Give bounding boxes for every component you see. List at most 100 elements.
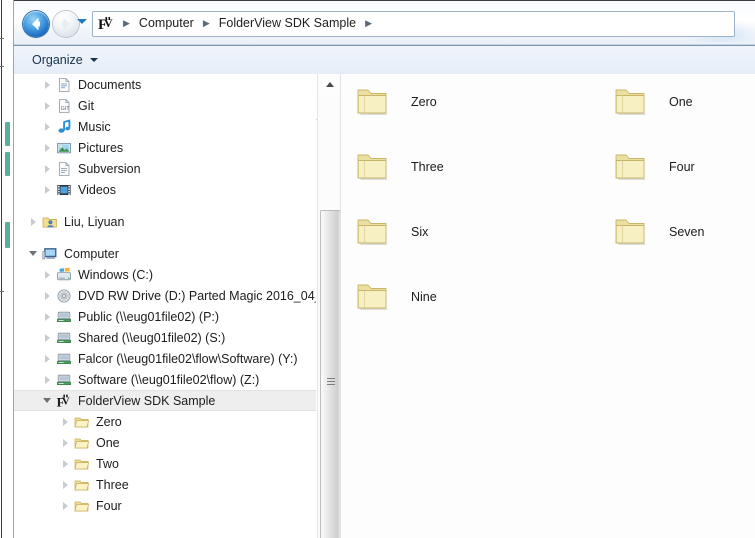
tree-group-spacer [14, 200, 316, 211]
navigation-pane[interactable]: Documents GIT Git Music Pictures Subversion Vi… [14, 74, 316, 538]
folderview-fv-icon: FV [56, 393, 72, 409]
folder-item-four[interactable]: Four [613, 151, 695, 183]
network-drive-icon [56, 351, 72, 367]
folder-icon [74, 456, 90, 472]
tree-item-folderview-sdk-sample[interactable]: F V FolderView SDK Sample [14, 390, 316, 411]
pictures-icon [56, 140, 72, 156]
folder-item-six[interactable]: Six [355, 216, 428, 248]
tree-item-videos[interactable]: Videos [14, 179, 316, 200]
address-bar[interactable]: F V ▶ Computer ▶ FolderView SDK Sample ▶ [92, 11, 735, 37]
recent-locations-dropdown[interactable] [77, 19, 87, 24]
folder-tree: Documents GIT Git Music Pictures Subversion Vi… [14, 74, 316, 516]
tree-item-label: Falcor (\\eug01file02\flow\Software) (Y:… [78, 351, 298, 366]
forward-button[interactable] [53, 11, 79, 37]
content-pane[interactable]: Zero One Three Four Six Seven Nine [341, 74, 755, 538]
folder-item-seven[interactable]: Seven [613, 216, 704, 248]
expand-triangle-icon[interactable] [26, 211, 42, 232]
navigation-pane-scrollbar[interactable] [317, 74, 341, 538]
tree-item-computer[interactable]: Computer [14, 243, 316, 264]
folder-item-zero[interactable]: Zero [355, 86, 437, 118]
tree-item-zero[interactable]: Zero [14, 411, 316, 432]
svg-text:V: V [62, 396, 70, 407]
background-window[interactable] [0, 0, 14, 538]
expand-triangle-icon[interactable] [58, 411, 74, 432]
expand-triangle-icon[interactable] [40, 285, 56, 306]
tree-item-two[interactable]: Two [14, 453, 316, 474]
expand-triangle-icon[interactable] [58, 474, 74, 495]
folder-item-label: One [669, 95, 693, 109]
folder-icon [74, 414, 90, 430]
scrollbar-track[interactable] [318, 94, 341, 538]
breadcrumb-item-computer[interactable]: Computer [137, 16, 196, 30]
tree-item-shared-eug01file02-s[interactable]: Shared (\\eug01file02) (S:) [14, 327, 316, 348]
tree-item-documents[interactable]: Documents [14, 74, 316, 95]
tree-item-dvd-rw-drive-d-parted-magic-2016-04-26[interactable]: DVD RW Drive (D:) Parted Magic 2016_04_2… [14, 285, 316, 306]
tree-item-label: DVD RW Drive (D:) Parted Magic 2016_04_2… [78, 288, 316, 303]
tree-item-one[interactable]: One [14, 432, 316, 453]
expand-triangle-icon[interactable] [40, 158, 56, 179]
tree-item-label: Git [78, 98, 94, 113]
tree-item-label: Music [78, 119, 111, 134]
tree-item-four[interactable]: Four [14, 495, 316, 516]
network-drive-icon [56, 330, 72, 346]
expand-triangle-icon[interactable] [40, 137, 56, 158]
tree-item-label: Pictures [78, 140, 124, 155]
tree-item-three[interactable]: Three [14, 474, 316, 495]
expand-triangle-icon[interactable] [58, 453, 74, 474]
tree-item-public-eug01file02-p[interactable]: Public (\\eug01file02) (P:) [14, 306, 316, 327]
tree-item-software-eug01file02-flow-z[interactable]: Software (\\eug01file02\flow) (Z:) [14, 369, 316, 390]
folder-icon [74, 435, 90, 451]
windows-drive-icon [56, 267, 72, 283]
expand-triangle-icon[interactable] [40, 348, 56, 369]
forward-arrow-icon [62, 17, 70, 31]
tree-item-subversion[interactable]: Subversion [14, 158, 316, 179]
collapse-triangle-icon[interactable] [26, 243, 42, 264]
tree-item-label: Software (\\eug01file02\flow) (Z:) [78, 372, 260, 387]
expand-triangle-icon[interactable] [40, 95, 56, 116]
address-bar-chrome: F V ▶ Computer ▶ FolderView SDK Sample ▶ [14, 0, 755, 46]
folder-item-label: Six [411, 225, 429, 239]
breadcrumb-separator-icon[interactable]: ▶ [119, 18, 137, 29]
back-arrow-icon [32, 17, 40, 31]
breadcrumb-separator-icon[interactable]: ▶ [358, 18, 379, 29]
expand-triangle-icon[interactable] [40, 179, 56, 200]
folder-item-nine[interactable]: Nine [355, 281, 437, 313]
folder-item-three[interactable]: Three [355, 151, 444, 183]
dvd-drive-icon [56, 288, 72, 304]
music-icon [56, 119, 72, 135]
folder-item-label: Zero [411, 95, 437, 109]
tree-item-liu-liyuan[interactable]: Liu, Liyuan [14, 211, 316, 232]
tree-group-spacer [14, 232, 316, 243]
git-icon: GIT [56, 98, 72, 114]
collapse-triangle-icon[interactable] [40, 390, 56, 411]
expand-triangle-icon[interactable] [58, 495, 74, 516]
background-window-marker [5, 152, 10, 176]
expand-triangle-icon[interactable] [40, 74, 56, 95]
tree-item-label: Four [96, 498, 122, 513]
expand-triangle-icon[interactable] [40, 327, 56, 348]
tree-item-label: Two [96, 456, 119, 471]
tree-item-falcor-eug01file02-flow-software-y[interactable]: Falcor (\\eug01file02\flow\Software) (Y:… [14, 348, 316, 369]
folder-item-one[interactable]: One [613, 86, 693, 118]
expand-triangle-icon[interactable] [40, 369, 56, 390]
tree-item-label: Shared (\\eug01file02) (S:) [78, 330, 226, 345]
tree-item-git[interactable]: GIT Git [14, 95, 316, 116]
back-button[interactable] [23, 11, 49, 37]
expand-triangle-icon[interactable] [58, 432, 74, 453]
tree-item-music[interactable]: Music [14, 116, 316, 137]
tree-item-label: Three [96, 477, 129, 492]
subversion-icon [56, 161, 72, 177]
breadcrumb-item-folderview-sdk-sample[interactable]: FolderView SDK Sample [217, 16, 358, 30]
background-window-tick [0, 66, 4, 67]
folder-icon [74, 477, 90, 493]
expand-triangle-icon[interactable] [40, 264, 56, 285]
expand-triangle-icon[interactable] [40, 306, 56, 327]
expand-triangle-icon[interactable] [40, 116, 56, 137]
network-drive-icon [56, 372, 72, 388]
tree-item-pictures[interactable]: Pictures [14, 137, 316, 158]
organize-button[interactable]: Organize [24, 49, 106, 71]
breadcrumb-separator-icon[interactable]: ▶ [196, 18, 217, 29]
tree-item-windows-c[interactable]: Windows (C:) [14, 264, 316, 285]
scrollbar-thumb[interactable] [320, 210, 341, 538]
scroll-up-arrow[interactable] [318, 74, 341, 94]
